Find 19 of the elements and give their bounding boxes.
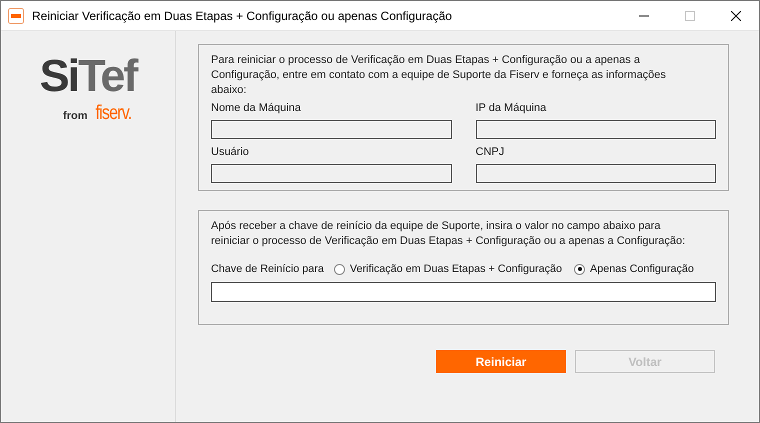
field-label: Usuário	[211, 146, 250, 158]
key-input-field[interactable]	[211, 282, 716, 302]
maximize-icon	[685, 10, 695, 20]
readonly-field[interactable]	[476, 120, 716, 139]
radio-option[interactable]: Verificação em Duas Etapas + Configuração	[334, 263, 562, 275]
window-title: Reiniciar Verificação em Duas Etapas + Configuração ou apenas Configuração	[32, 8, 453, 22]
readonly-field[interactable]	[211, 120, 452, 139]
radio-option[interactable]: Apenas Configuração	[574, 263, 694, 275]
field-label: CNPJ	[476, 146, 506, 158]
instructions-text: Para reiniciar o processo de Verificação em Duas Etapas + Configuração ou a apenas a Configuração, entre em contato com a equipe de Suporte da Fiserv e forneça as informações abaixo:	[211, 53, 667, 98]
radio-label: Chave de Reinício para	[211, 263, 324, 275]
app-icon	[8, 8, 24, 24]
sitef-logo: SiTef from fiserv.	[40, 54, 136, 125]
field-label: Nome da Máquina	[211, 102, 302, 114]
readonly-field[interactable]	[211, 164, 452, 183]
close-icon	[731, 10, 741, 20]
readonly-field[interactable]	[476, 164, 716, 183]
field-label: IP da Máquina	[476, 102, 548, 114]
instructions-text: Após receber a chave de reinício da equipe de Suporte, insira o valor no campo abaixo para reiniciar o processo de Verificação em Duas Etapas + Configuração ou a apenas a Configuração:	[211, 219, 686, 249]
